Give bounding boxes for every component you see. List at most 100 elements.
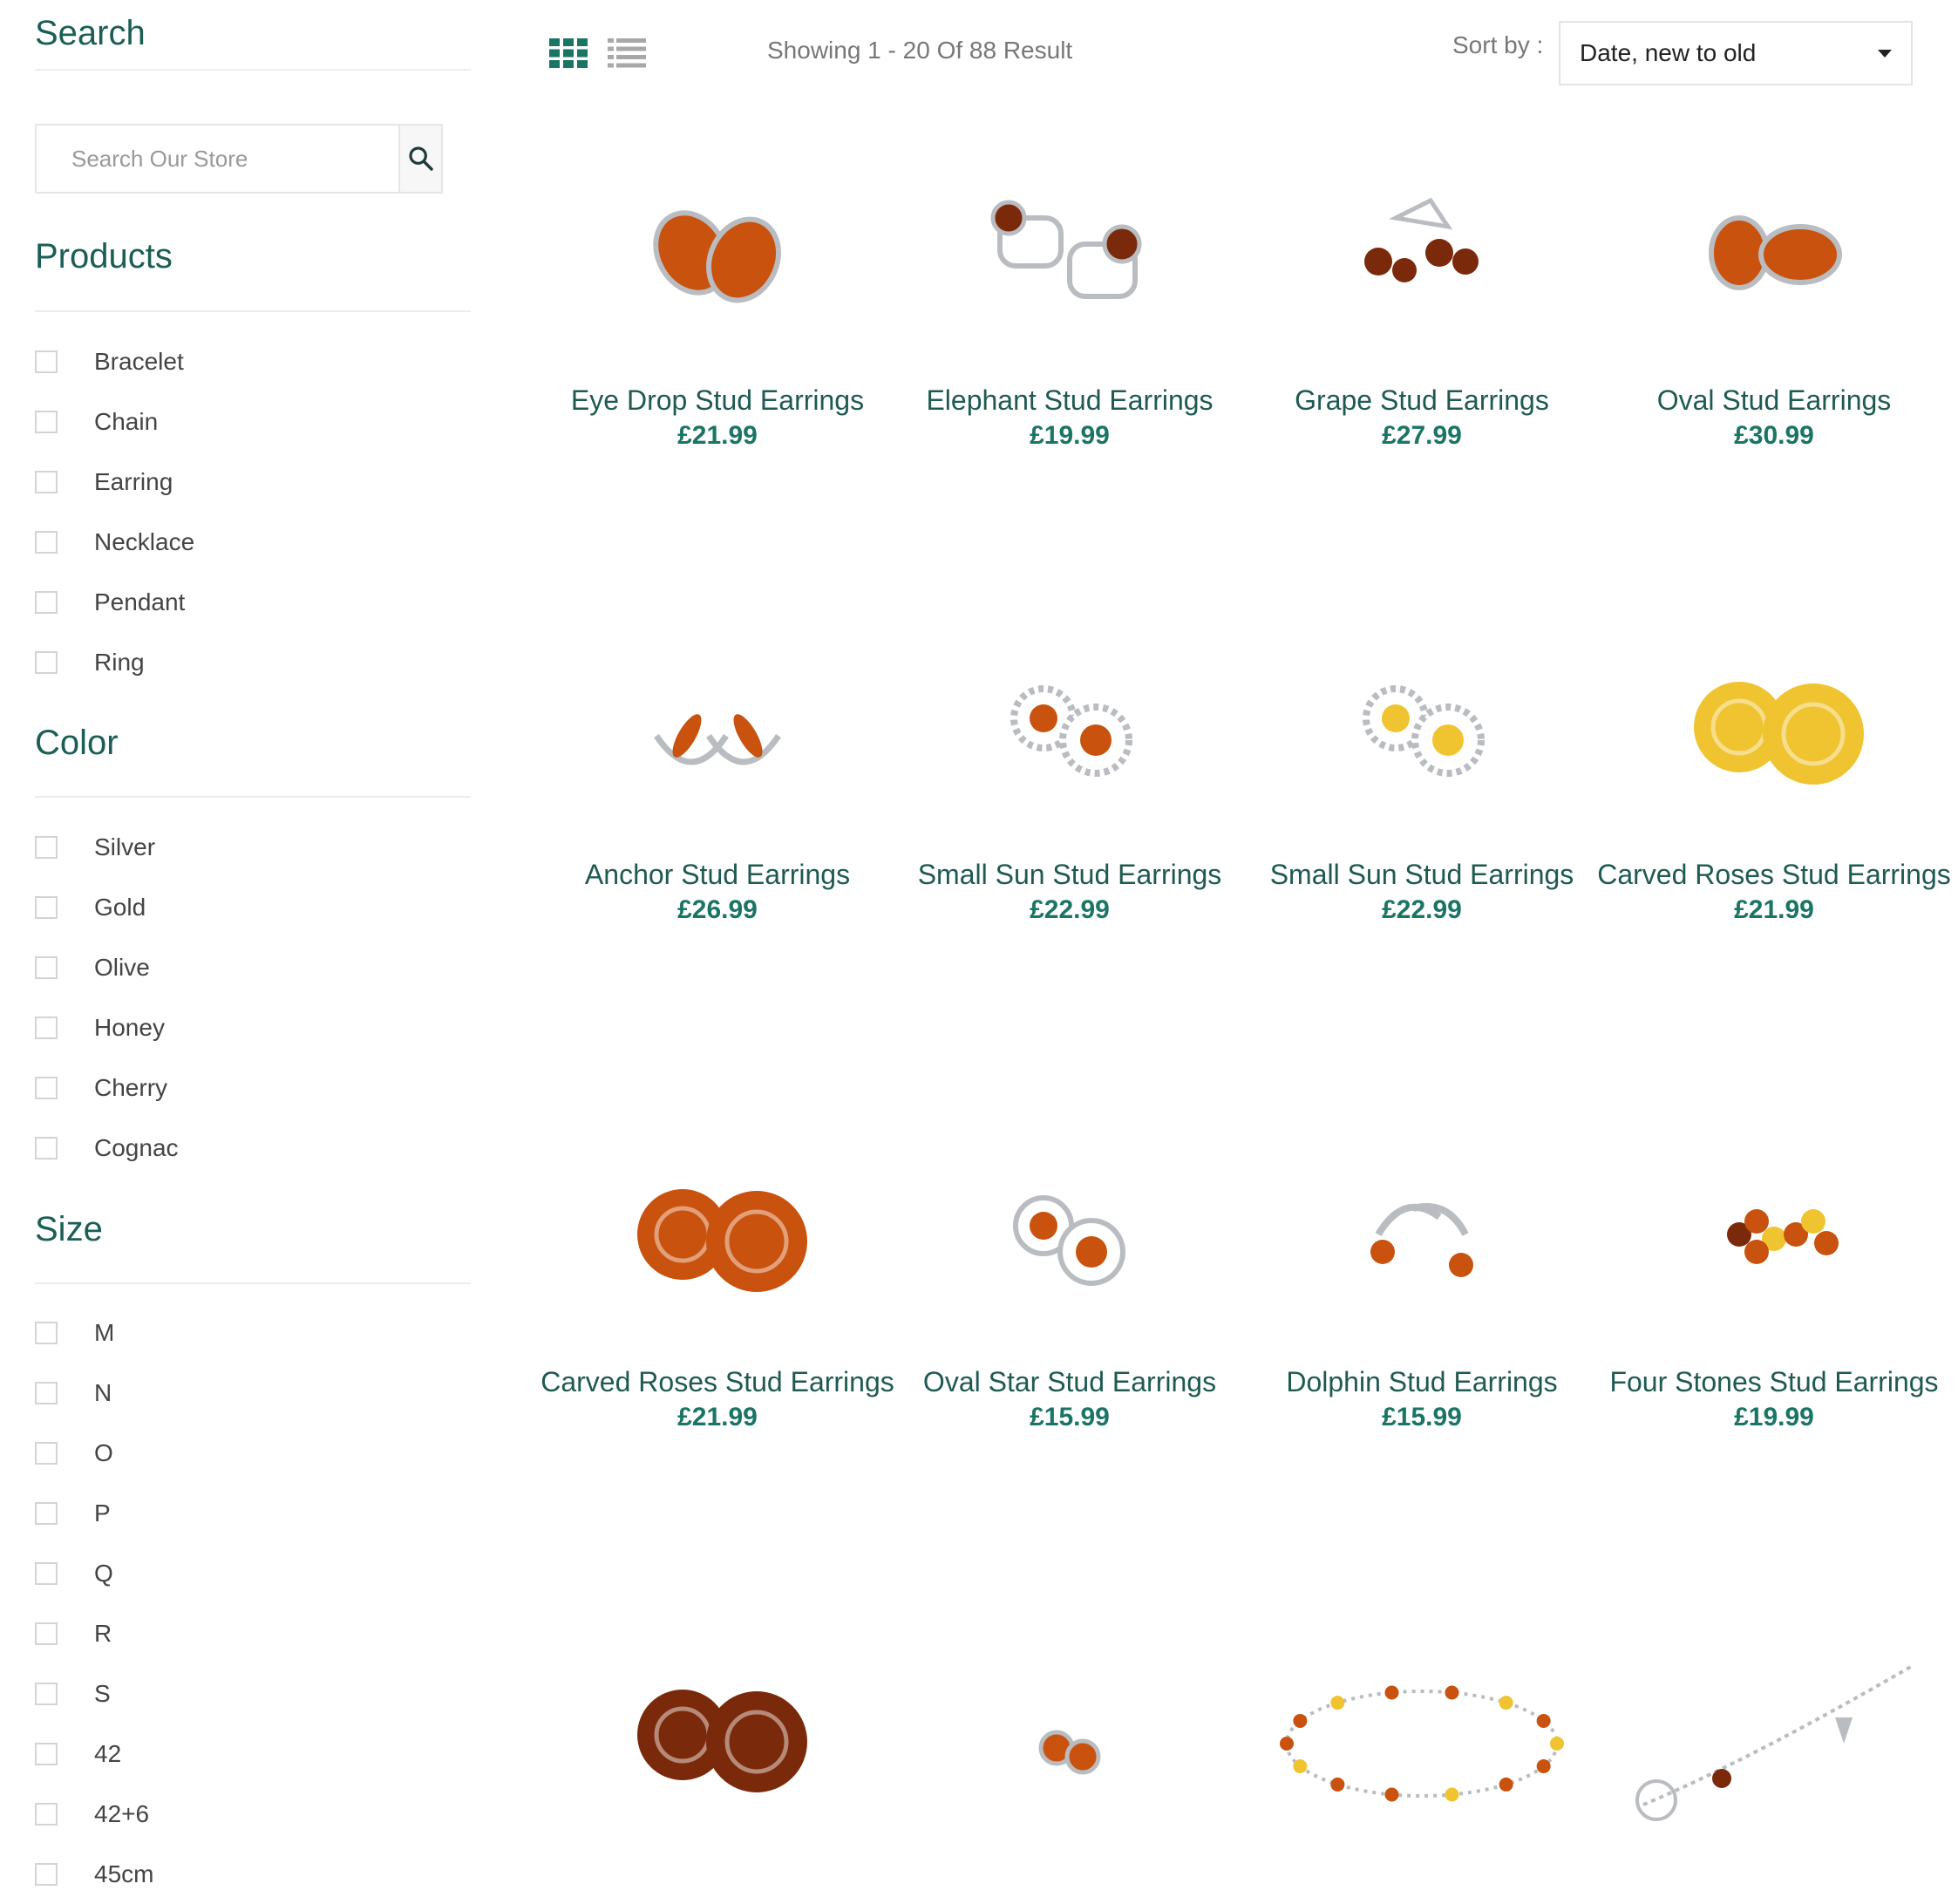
product-card[interactable]: Small Sun Stud Earrings £22.99 bbox=[1245, 596, 1599, 925]
product-image[interactable] bbox=[1265, 1604, 1579, 1866]
filter-checkbox[interactable] bbox=[35, 1802, 58, 1826]
filter-checkbox[interactable] bbox=[35, 835, 58, 859]
product-name[interactable]: Anchor Stud Earrings bbox=[540, 858, 894, 892]
list-view-icon[interactable] bbox=[608, 38, 646, 68]
product-card[interactable] bbox=[540, 1604, 894, 1866]
filter-checkbox[interactable] bbox=[35, 1862, 58, 1886]
filter-checkbox[interactable] bbox=[35, 470, 58, 493]
product-name[interactable]: Elephant Stud Earrings bbox=[893, 384, 1247, 418]
filter-checkbox[interactable] bbox=[35, 1136, 58, 1159]
color-filter-item[interactable]: Silver bbox=[35, 817, 179, 877]
filter-checkbox[interactable] bbox=[35, 1076, 58, 1099]
filter-checkbox[interactable] bbox=[35, 590, 58, 614]
product-card[interactable]: Small Sun Stud Earrings £22.99 bbox=[893, 596, 1247, 925]
color-filter-item[interactable]: Honey bbox=[35, 997, 179, 1057]
filter-checkbox[interactable] bbox=[35, 1622, 58, 1645]
product-type-filter-item[interactable]: Earring bbox=[35, 452, 194, 512]
product-name[interactable]: Small Sun Stud Earrings bbox=[893, 858, 1247, 892]
product-name[interactable]: Dolphin Stud Earrings bbox=[1245, 1365, 1599, 1399]
product-image[interactable] bbox=[1617, 1604, 1931, 1866]
filter-checkbox[interactable] bbox=[35, 1742, 58, 1765]
filter-label: Cherry bbox=[94, 1073, 168, 1101]
size-filter-item[interactable]: Q bbox=[35, 1543, 153, 1603]
product-image[interactable] bbox=[913, 1604, 1227, 1866]
filter-checkbox[interactable] bbox=[35, 650, 58, 674]
product-type-filter-item[interactable]: Bracelet bbox=[35, 331, 194, 391]
product-card[interactable]: Oval Star Stud Earrings £15.99 bbox=[893, 1104, 1247, 1432]
size-filter-item[interactable]: 42 bbox=[35, 1724, 153, 1784]
product-price: £30.99 bbox=[1734, 421, 1814, 450]
product-image[interactable] bbox=[1265, 122, 1579, 384]
size-filter-item[interactable]: 45cm bbox=[35, 1844, 153, 1904]
product-name[interactable]: Oval Star Stud Earrings bbox=[893, 1365, 1247, 1399]
size-filter-item[interactable]: M bbox=[35, 1302, 153, 1363]
product-image[interactable] bbox=[561, 1104, 874, 1365]
color-filter-item[interactable]: Gold bbox=[35, 877, 179, 937]
product-name[interactable]: Small Sun Stud Earrings bbox=[1245, 858, 1599, 892]
size-filter-item[interactable]: P bbox=[35, 1483, 153, 1543]
product-name[interactable]: Carved Roses Stud Earrings bbox=[540, 1365, 894, 1399]
product-card[interactable]: Carved Roses Stud Earrings £21.99 bbox=[1597, 596, 1951, 925]
product-name[interactable]: Grape Stud Earrings bbox=[1245, 384, 1599, 418]
product-image[interactable] bbox=[1617, 122, 1931, 384]
product-type-filter-item[interactable]: Ring bbox=[35, 632, 194, 692]
filter-checkbox[interactable] bbox=[35, 530, 58, 554]
product-image[interactable] bbox=[561, 122, 874, 384]
search-input[interactable] bbox=[37, 126, 398, 192]
filter-checkbox[interactable] bbox=[35, 410, 58, 433]
result-count: Showing 1 - 20 Of 88 Result bbox=[767, 37, 1073, 64]
size-filter-item[interactable]: N bbox=[35, 1363, 153, 1423]
size-filter-item[interactable]: 42+6 bbox=[35, 1784, 153, 1844]
color-filter-item[interactable]: Cognac bbox=[35, 1118, 179, 1178]
product-card[interactable]: Elephant Stud Earrings £19.99 bbox=[893, 122, 1247, 451]
product-card[interactable] bbox=[1245, 1604, 1599, 1866]
product-card[interactable]: Anchor Stud Earrings £26.99 bbox=[540, 596, 894, 925]
product-card[interactable]: Grape Stud Earrings £27.99 bbox=[1245, 122, 1599, 451]
filter-checkbox[interactable] bbox=[35, 1321, 58, 1344]
filter-checkbox[interactable] bbox=[35, 1501, 58, 1525]
product-image[interactable] bbox=[913, 596, 1227, 858]
product-type-filter-item[interactable]: Necklace bbox=[35, 512, 194, 572]
product-card[interactable]: Carved Roses Stud Earrings £21.99 bbox=[540, 1104, 894, 1432]
color-filter-item[interactable]: Olive bbox=[35, 937, 179, 997]
grid-view-icon[interactable] bbox=[549, 38, 588, 68]
size-filter-item[interactable]: S bbox=[35, 1663, 153, 1724]
product-name[interactable]: Carved Roses Stud Earrings bbox=[1597, 858, 1951, 892]
filter-checkbox[interactable] bbox=[35, 955, 58, 979]
product-name[interactable]: Oval Stud Earrings bbox=[1597, 384, 1951, 418]
product-image[interactable] bbox=[1617, 596, 1931, 858]
product-image[interactable] bbox=[561, 1604, 874, 1866]
product-image[interactable] bbox=[913, 1104, 1227, 1365]
product-card[interactable]: Oval Stud Earrings £30.99 bbox=[1597, 122, 1951, 451]
filter-checkbox[interactable] bbox=[35, 1016, 58, 1039]
product-type-filter-item[interactable]: Chain bbox=[35, 391, 194, 452]
color-filter-title: Color bbox=[35, 724, 119, 762]
product-image[interactable] bbox=[1265, 1104, 1579, 1365]
product-price: £15.99 bbox=[1382, 1403, 1462, 1431]
product-type-filter-item[interactable]: Pendant bbox=[35, 572, 194, 632]
product-name[interactable]: Eye Drop Stud Earrings bbox=[540, 384, 894, 418]
chevron-down-icon bbox=[1878, 49, 1892, 58]
product-image[interactable] bbox=[1617, 1104, 1931, 1365]
product-name[interactable]: Four Stones Stud Earrings bbox=[1597, 1365, 1951, 1399]
product-price: £19.99 bbox=[1030, 421, 1110, 450]
filter-checkbox[interactable] bbox=[35, 895, 58, 919]
product-card[interactable] bbox=[893, 1604, 1247, 1866]
filter-checkbox[interactable] bbox=[35, 1682, 58, 1705]
filter-checkbox[interactable] bbox=[35, 1561, 58, 1585]
sort-dropdown[interactable]: Date, new to old bbox=[1559, 21, 1913, 85]
filter-checkbox[interactable] bbox=[35, 1441, 58, 1465]
product-image[interactable] bbox=[1265, 596, 1579, 858]
filter-checkbox[interactable] bbox=[35, 1381, 58, 1404]
search-button[interactable] bbox=[398, 126, 441, 192]
product-image[interactable] bbox=[913, 122, 1227, 384]
size-filter-item[interactable]: R bbox=[35, 1603, 153, 1663]
filter-checkbox[interactable] bbox=[35, 350, 58, 373]
product-card[interactable]: Eye Drop Stud Earrings £21.99 bbox=[540, 122, 894, 451]
product-card[interactable]: Four Stones Stud Earrings £19.99 bbox=[1597, 1104, 1951, 1432]
color-filter-item[interactable]: Cherry bbox=[35, 1057, 179, 1118]
size-filter-item[interactable]: O bbox=[35, 1423, 153, 1483]
product-card[interactable] bbox=[1597, 1604, 1951, 1866]
product-card[interactable]: Dolphin Stud Earrings £15.99 bbox=[1245, 1104, 1599, 1432]
product-image[interactable] bbox=[561, 596, 874, 858]
